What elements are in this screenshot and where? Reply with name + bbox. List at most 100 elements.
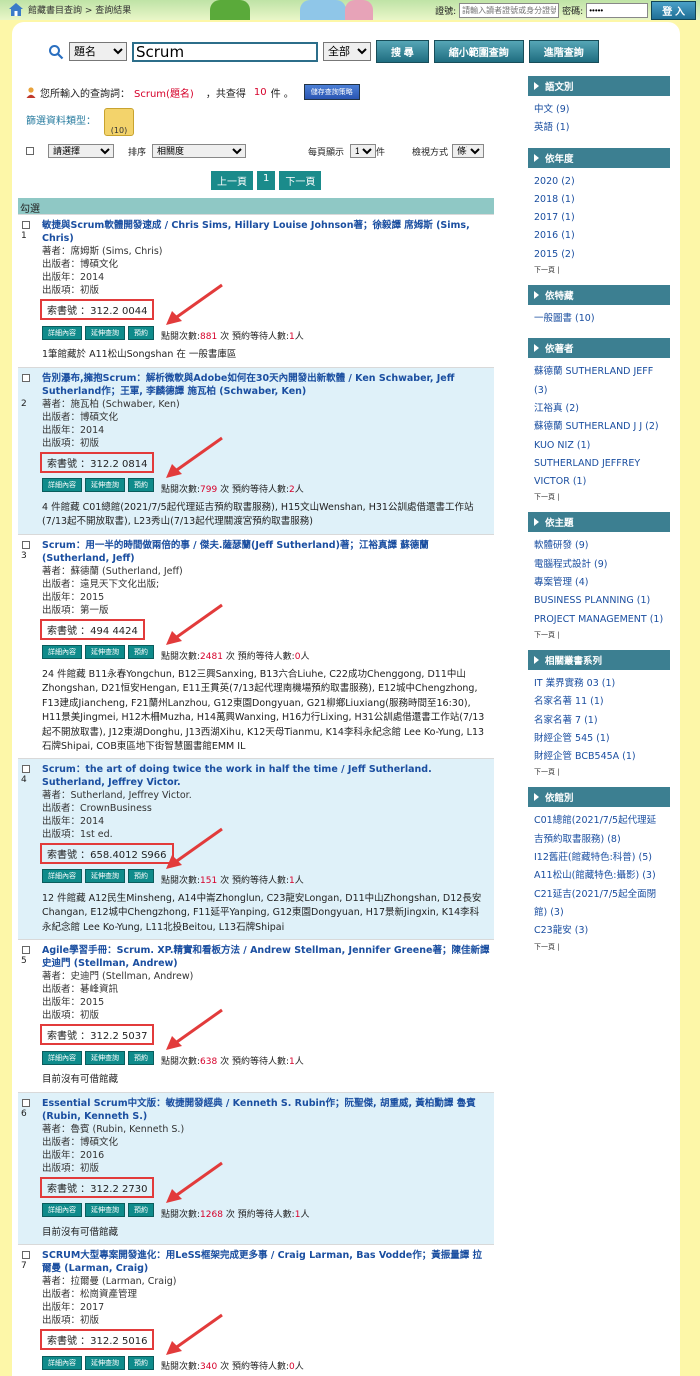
result-record: 2 告別瀑布,擁抱Scrum：解析微軟與Adobe如何在30天內開發出新軟體 /… — [18, 366, 494, 534]
per-page-select[interactable]: 10 — [350, 144, 377, 158]
search-icon — [49, 44, 64, 59]
facet-item[interactable]: I12舊莊(館藏特色:科普) (5) — [534, 849, 664, 867]
record-title[interactable]: 告別瀑布,擁抱Scrum：解析微軟與Adobe如何在30天內開發出新軟體 / K… — [42, 372, 490, 398]
facet-header[interactable]: 依著者 — [528, 338, 670, 359]
card-number-input[interactable] — [459, 3, 560, 18]
password-input[interactable] — [586, 3, 649, 18]
record-checkbox[interactable] — [22, 946, 30, 954]
facet-item[interactable]: PROJECT MANAGEMENT (1) — [534, 611, 664, 629]
record-title[interactable]: Scrum：用一半的時間做兩倍的事 / 傑夫.薩瑟蘭(Jeff Sutherla… — [42, 539, 490, 565]
next-page-button[interactable]: 下一頁 — [279, 171, 322, 190]
detail-button[interactable]: 詳細內容 — [42, 1355, 82, 1370]
advanced-search-button[interactable]: 進階查詢 — [528, 40, 599, 63]
record-title[interactable]: Essential Scrum中文版：敏捷開發經典 / Kenneth S. R… — [42, 1097, 490, 1123]
reserve-button[interactable]: 預約 — [128, 1355, 154, 1370]
facet-item[interactable]: KUO NIZ (1) — [534, 437, 664, 455]
facet-item[interactable]: 軟體研發 (9) — [534, 537, 664, 555]
facet-item[interactable]: 2015 (2) — [534, 246, 664, 264]
reserve-button[interactable]: 預約 — [128, 1050, 154, 1065]
facet-item[interactable]: 名家名著 7 (1) — [534, 712, 664, 730]
sort-select[interactable]: 相關度 — [152, 144, 247, 158]
search-input[interactable] — [132, 41, 318, 62]
facet-next-page[interactable]: 下一頁 | — [528, 492, 670, 502]
facet-header[interactable]: 語文別 — [528, 76, 670, 96]
facet-item[interactable]: 2016 (1) — [534, 227, 664, 245]
reserve-button[interactable]: 預約 — [128, 1203, 154, 1217]
facet-item[interactable]: SUTHERLAND JEFFREY VICTOR (1) — [534, 455, 664, 492]
facet-item[interactable]: 中文 (9) — [534, 101, 664, 119]
detail-button[interactable]: 詳細內容 — [42, 869, 82, 883]
facet-item[interactable]: 一般圖書 (10) — [534, 310, 664, 328]
facet-header[interactable]: 依特藏 — [528, 285, 670, 306]
facet-next-page[interactable]: 下一頁 | — [528, 942, 670, 952]
book-type-icon[interactable]: (10) — [104, 108, 134, 136]
facet-item[interactable]: 2018 (1) — [534, 191, 664, 209]
record-checkbox[interactable] — [22, 373, 30, 382]
view-select[interactable]: 條列 — [452, 144, 485, 158]
search-button[interactable]: 搜 尋 — [376, 40, 429, 63]
record-checkbox[interactable] — [22, 1098, 30, 1107]
facet-item[interactable]: C01總館(2021/7/5起代理延吉預約取書服務) (8) — [534, 812, 664, 849]
facet-item[interactable]: C21延吉(2021/7/5起全面閉館) (3) — [534, 886, 664, 923]
scope-select[interactable]: 全部 — [323, 42, 371, 61]
facet-item[interactable]: C23龍安 (3) — [534, 922, 664, 940]
record-checkbox[interactable] — [22, 540, 30, 549]
home-icon[interactable] — [8, 2, 24, 17]
login-button[interactable]: 登 入 — [651, 1, 696, 20]
facet-header[interactable]: 依年度 — [528, 147, 670, 168]
related-search-button[interactable]: 延伸查詢 — [85, 478, 125, 492]
facet-header[interactable]: 相關叢書系列 — [528, 649, 670, 670]
facet-item[interactable]: 蘇德蘭 SUTHERLAND J J (2) — [534, 418, 664, 436]
facet-next-page[interactable]: 下一頁 | — [528, 265, 670, 275]
facet-item[interactable]: 名家名著 11 (1) — [534, 693, 664, 711]
record-checkbox[interactable] — [22, 764, 30, 773]
facet-item[interactable]: 江裕真 (2) — [534, 400, 664, 418]
record-title[interactable]: 敏捷與Scrum軟體開發速成 / Chris Sims, Hillary Lou… — [42, 219, 490, 245]
related-search-button[interactable]: 延伸查詢 — [85, 1203, 125, 1217]
detail-button[interactable]: 詳細內容 — [42, 1050, 82, 1065]
related-search-button[interactable]: 延伸查詢 — [85, 869, 125, 883]
record-title[interactable]: Agile學習手冊：Scrum. XP.精實和看板方法 / Andrew Ste… — [42, 944, 490, 970]
facet-next-page[interactable]: 下一頁 | — [528, 767, 670, 777]
facet-item[interactable]: 財經企管 545 (1) — [534, 730, 664, 748]
narrow-search-button[interactable]: 縮小範圍查詢 — [433, 40, 524, 63]
select-all-checkbox[interactable] — [26, 147, 34, 155]
detail-button[interactable]: 詳細內容 — [42, 645, 82, 659]
facet-item[interactable]: 2020 (2) — [534, 173, 664, 191]
facet-item[interactable]: 電腦程式設計 (9) — [534, 556, 664, 574]
record-title[interactable]: SCRUM大型專案開發進化：用LeSS框架完成更多事 / Craig Larma… — [42, 1249, 490, 1275]
save-query-button[interactable]: 儲存查詢策略 — [303, 84, 360, 100]
record-title[interactable]: Scrum：the art of doing twice the work in… — [42, 763, 490, 789]
facet-item[interactable]: 專案管理 (4) — [534, 574, 664, 592]
facet-next-page[interactable]: 下一頁 | — [528, 630, 670, 640]
reserve-button[interactable]: 預約 — [128, 325, 154, 340]
reserve-button[interactable]: 預約 — [128, 478, 154, 492]
related-search-button[interactable]: 延伸查詢 — [85, 1355, 125, 1370]
facet-item[interactable]: 財經企管 BCB545A (1) — [534, 748, 664, 766]
record-stats: 點閱次數:638 次 預約等待人數:1人 — [161, 1057, 304, 1067]
detail-button[interactable]: 詳細內容 — [42, 478, 82, 492]
related-search-button[interactable]: 延伸查詢 — [85, 645, 125, 659]
facet-item[interactable]: BUSINESS PLANNING (1) — [534, 592, 664, 610]
reserve-button[interactable]: 預約 — [128, 869, 154, 883]
record-checkbox[interactable] — [22, 1251, 30, 1259]
facet-header[interactable]: 依館別 — [528, 787, 670, 808]
page-1-button[interactable]: 1 — [257, 171, 276, 190]
facet-item[interactable]: 英語 (1) — [534, 119, 664, 137]
search-field-select[interactable]: 題名 — [69, 42, 127, 61]
facet-item[interactable]: IT 業界實務 03 (1) — [534, 675, 664, 693]
batch-action-select[interactable]: 請選擇 — [48, 144, 114, 158]
summary-prefix: 您所輸入的查詢詞： — [40, 88, 130, 100]
reserve-button[interactable]: 預約 — [128, 645, 154, 659]
facet-item[interactable]: 蘇德蘭 SUTHERLAND JEFF (3) — [534, 363, 664, 400]
facet-item[interactable]: 2017 (1) — [534, 209, 664, 227]
facet-item[interactable]: A11松山(館藏特色:攝影) (3) — [534, 867, 664, 885]
prev-page-button[interactable]: 上一頁 — [211, 171, 253, 190]
related-search-button[interactable]: 延伸查詢 — [85, 1050, 125, 1065]
related-search-button[interactable]: 延伸查詢 — [85, 325, 125, 340]
record-checkbox[interactable] — [22, 221, 30, 229]
detail-button[interactable]: 詳細內容 — [42, 325, 82, 340]
detail-button[interactable]: 詳細內容 — [42, 1203, 82, 1217]
breadcrumb: 館藏書目查詢 > 查詢結果 — [28, 6, 132, 16]
facet-header[interactable]: 依主題 — [528, 512, 670, 533]
